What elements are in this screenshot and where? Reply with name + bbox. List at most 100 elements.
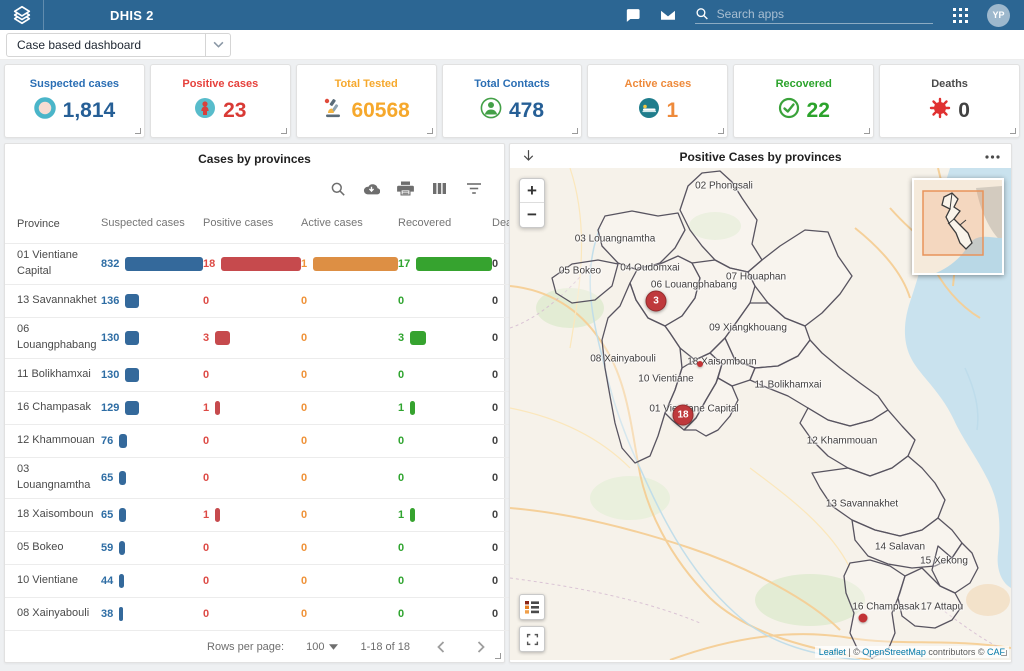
zoom-out-button[interactable]: − xyxy=(520,203,544,227)
cell-value: 0 xyxy=(492,369,498,381)
cell-value: 3 xyxy=(398,332,404,344)
print-icon[interactable] xyxy=(397,180,414,197)
cell-value: 44 xyxy=(101,575,113,587)
province-map-label: 11 Bolikhamxai xyxy=(754,380,821,391)
minimap-inset[interactable] xyxy=(912,178,1004,275)
stat-card-suspected-cases[interactable]: Suspected cases1,814 xyxy=(4,64,145,138)
table-row[interactable]: 03 Louangnamtha650000 xyxy=(5,458,565,499)
province-map-label: 14 Salavan xyxy=(875,542,925,553)
case-cluster-marker[interactable]: 18 xyxy=(673,405,694,426)
cell-value: 0 xyxy=(398,369,404,381)
case-cluster-marker[interactable]: 3 xyxy=(646,291,667,312)
pagination-range: 1-18 of 18 xyxy=(360,641,410,653)
attribution-link[interactable]: OpenStreetMap xyxy=(862,647,926,657)
stat-card-total-contacts[interactable]: Total Contacts478 xyxy=(442,64,583,138)
messages-icon[interactable] xyxy=(623,6,641,24)
card-resize-grip[interactable] xyxy=(281,128,287,134)
filter-icon[interactable] xyxy=(465,180,482,197)
mail-icon[interactable] xyxy=(659,6,677,24)
value-bar xyxy=(119,471,126,485)
card-resize-grip[interactable] xyxy=(427,128,433,134)
table-toolbar xyxy=(5,166,504,203)
positive-person-icon xyxy=(194,97,216,124)
card-resize-grip[interactable] xyxy=(718,128,724,134)
cell-value: 1 xyxy=(203,402,209,414)
table-row[interactable]: 01 Vientiane Capital832181170 xyxy=(5,244,565,285)
stat-card-total-tested[interactable]: Total Tested60568 xyxy=(296,64,437,138)
columns-icon[interactable] xyxy=(431,180,448,197)
map-attribution: Leaflet | © OpenStreetMap contributors ©… xyxy=(815,646,1009,658)
search-apps-input[interactable] xyxy=(717,7,933,21)
search-icon[interactable] xyxy=(329,180,346,197)
value-bar xyxy=(215,331,230,345)
table-row[interactable]: 06 Louangphabang1303030 xyxy=(5,318,565,359)
dashboard-selector[interactable]: Case based dashboard xyxy=(6,33,231,57)
case-dot-marker[interactable] xyxy=(859,614,868,623)
cloud-download-icon[interactable] xyxy=(363,180,380,197)
column-header-province[interactable]: Province xyxy=(5,217,101,233)
province-map-label: 02 Phongsali xyxy=(695,181,753,192)
table-row[interactable]: 10 Vientiane440000 xyxy=(5,565,565,598)
table-row[interactable]: 13 Savannakhet1360000 xyxy=(5,285,565,318)
province-name: 13 Savannakhet xyxy=(5,293,101,309)
rows-per-page-select[interactable]: 100 xyxy=(306,641,338,653)
zoom-in-button[interactable]: + xyxy=(520,179,544,203)
card-resize-grip[interactable] xyxy=(572,128,578,134)
cell-value: 0 xyxy=(203,369,209,381)
card-resize-grip[interactable] xyxy=(135,128,141,134)
leaflet-map[interactable]: 02 Phongsali03 Louangnamtha04 Oudomxai05… xyxy=(510,168,1011,660)
province-map-label: 12 Khammouan xyxy=(807,436,878,447)
stat-card-active-cases[interactable]: Active cases1 xyxy=(587,64,728,138)
apps-grid-icon[interactable] xyxy=(951,6,969,24)
app-search[interactable] xyxy=(695,6,933,24)
cell-value: 76 xyxy=(101,435,113,447)
card-resize-grip[interactable] xyxy=(1010,128,1016,134)
download-icon[interactable] xyxy=(520,148,538,166)
previous-page-button[interactable] xyxy=(432,638,450,656)
app-title: DHIS 2 xyxy=(110,8,154,23)
case-dot-marker[interactable] xyxy=(697,361,703,367)
fullscreen-button[interactable] xyxy=(519,626,545,652)
table-row[interactable]: 18 Xaisomboun651010 xyxy=(5,499,565,532)
cell-value: 0 xyxy=(398,435,404,447)
legend-button[interactable] xyxy=(519,594,545,620)
next-page-button[interactable] xyxy=(472,638,490,656)
table-row[interactable]: 08 Xainyabouli380000 xyxy=(5,598,565,631)
province-name: 06 Louangphabang xyxy=(5,322,101,354)
stat-card-deaths[interactable]: Deaths0 xyxy=(879,64,1020,138)
cell-value: 832 xyxy=(101,258,119,270)
table-row[interactable]: 12 Khammouan760000 xyxy=(5,425,565,458)
stat-card-value: 23 xyxy=(223,99,246,123)
panel-resize-grip[interactable] xyxy=(1001,650,1007,656)
table-row[interactable]: 11 Bolikhamxai1300000 xyxy=(5,359,565,392)
table-row[interactable]: 05 Bokeo590000 xyxy=(5,532,565,565)
value-bar xyxy=(410,331,426,345)
column-header-recovered[interactable]: Recovered xyxy=(398,217,492,233)
cell-value: 0 xyxy=(492,509,498,521)
panel-resize-grip[interactable] xyxy=(495,653,501,659)
province-map-label: 01 Vientiane Capital xyxy=(649,404,738,415)
cell-value: 0 xyxy=(203,608,209,620)
stat-cards-row: Suspected cases1,814Positive cases23Tota… xyxy=(0,60,1024,138)
dhis2-logo[interactable] xyxy=(0,0,44,30)
table-row[interactable]: 16 Champasak1291010 xyxy=(5,392,565,425)
province-name: 08 Xainyabouli xyxy=(5,606,101,622)
stat-card-recovered[interactable]: Recovered22 xyxy=(733,64,874,138)
card-resize-grip[interactable] xyxy=(864,128,870,134)
column-header-active-cases[interactable]: Active cases xyxy=(301,217,398,233)
value-bar xyxy=(215,401,220,415)
stat-card-positive-cases[interactable]: Positive cases23 xyxy=(150,64,291,138)
cell-value: 17 xyxy=(398,258,410,270)
more-options-icon[interactable] xyxy=(983,148,1001,166)
province-name: 11 Bolikhamxai xyxy=(5,367,101,383)
province-map-label: 16 Champasak xyxy=(852,602,919,613)
column-header-suspected-cases[interactable]: Suspected cases xyxy=(101,217,203,233)
attribution-link[interactable]: Leaflet xyxy=(819,647,846,657)
cell-value: 130 xyxy=(101,332,119,344)
cell-value: 129 xyxy=(101,402,119,414)
user-avatar[interactable]: YP xyxy=(987,4,1010,27)
column-header-positive-cases[interactable]: Positive cases xyxy=(203,217,301,233)
cell-value: 0 xyxy=(203,435,209,447)
value-bar xyxy=(125,257,203,271)
cell-value: 0 xyxy=(301,332,307,344)
